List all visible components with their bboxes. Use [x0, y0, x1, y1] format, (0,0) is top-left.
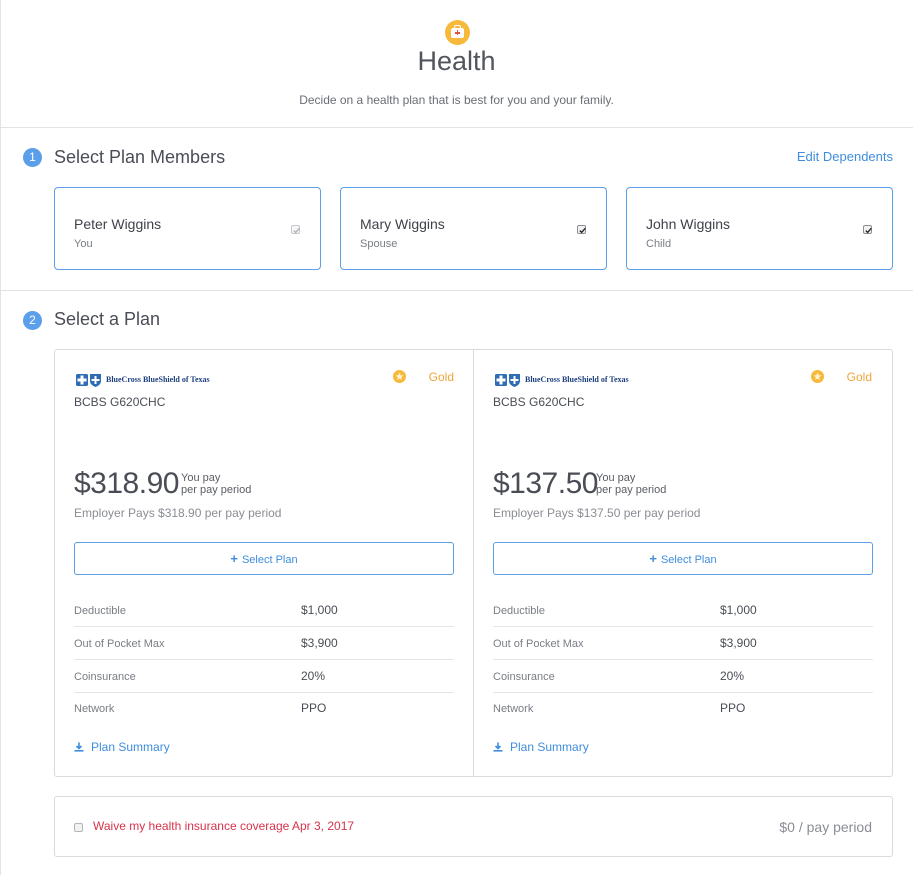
waive-coverage-row: Waive my health insurance coverage Apr 3… — [54, 796, 893, 857]
price-note: You pay per pay period — [596, 472, 666, 496]
member-name: Mary Wiggins — [360, 216, 445, 232]
step-2-badge: 2 — [23, 311, 42, 330]
detail-row: Deductible $1,000 — [74, 594, 454, 627]
detail-row: Out of Pocket Max $3,900 — [493, 627, 873, 660]
medical-kit-icon — [445, 20, 470, 45]
step-1-title: Select Plan Members — [54, 147, 226, 167]
page-subtitle: Decide on a health plan that is best for… — [299, 93, 614, 107]
detail-row: Coinsurance 20% — [74, 660, 454, 693]
detail-label: Coinsurance — [493, 671, 555, 683]
member-checkbox[interactable] — [863, 225, 872, 234]
bcbs-logo: BlueCross BlueShield of Texas — [494, 372, 654, 388]
detail-label: Coinsurance — [74, 671, 136, 683]
detail-row: Deductible $1,000 — [493, 594, 873, 627]
select-plan-label: Select Plan — [660, 554, 717, 566]
detail-row: Coinsurance 20% — [493, 660, 873, 693]
step-2-title: Select a Plan — [54, 309, 161, 329]
detail-row: Network PPO — [74, 692, 454, 725]
detail-value: 20% — [720, 669, 745, 683]
gold-medal-icon — [393, 370, 406, 383]
tier-label: Gold — [846, 370, 872, 384]
plan-summary-link[interactable]: Plan Summary — [74, 740, 170, 754]
plus-icon: + — [230, 551, 238, 566]
detail-label: Out of Pocket Max — [74, 638, 165, 650]
plan-summary-label: Plan Summary — [91, 740, 170, 754]
plan-price: $318.90 — [74, 467, 179, 500]
detail-value: $3,900 — [720, 636, 757, 650]
detail-row: Out of Pocket Max $3,900 — [74, 627, 454, 660]
download-icon — [74, 741, 84, 752]
detail-label: Out of Pocket Max — [493, 638, 584, 650]
section-divider — [0, 290, 913, 291]
bcbs-logo: BlueCross BlueShield of Texas — [75, 372, 235, 388]
select-plan-button[interactable]: + Select Plan — [74, 542, 454, 575]
waive-label[interactable]: Waive my health insurance coverage Apr 3… — [93, 819, 354, 833]
member-checkbox[interactable] — [577, 225, 586, 234]
plan-name: BCBS G620CHC — [493, 395, 585, 409]
edit-dependents-link[interactable]: Edit Dependents — [797, 149, 893, 164]
plan-summary-label: Plan Summary — [510, 740, 589, 754]
plan-summary-link[interactable]: Plan Summary — [493, 740, 589, 754]
download-icon — [493, 741, 503, 752]
detail-label: Network — [493, 703, 534, 715]
carrier-name: BlueCross BlueShield of Texas — [525, 375, 629, 384]
member-relation: Spouse — [360, 238, 398, 250]
plan-price: $137.50 — [493, 467, 598, 500]
gold-medal-icon — [811, 370, 824, 383]
price-note-line-1: You pay — [596, 472, 636, 484]
price-note-line-2: per pay period — [596, 484, 667, 496]
member-card-john[interactable]: John Wiggins Child — [626, 187, 893, 270]
carrier-name: BlueCross BlueShield of Texas — [106, 375, 210, 384]
member-relation: You — [74, 238, 93, 250]
plus-icon: + — [649, 551, 657, 566]
select-plan-label: Select Plan — [241, 554, 298, 566]
detail-value: $3,900 — [301, 636, 338, 650]
plan-list: BlueCross BlueShield of Texas Gold BCBS … — [54, 349, 893, 777]
plan-card: BlueCross BlueShield of Texas Gold BCBS … — [473, 350, 892, 776]
detail-value: $1,000 — [720, 603, 757, 617]
detail-value: PPO — [301, 701, 327, 715]
member-name: Peter Wiggins — [74, 216, 162, 232]
price-note-line-1: You pay — [181, 472, 221, 484]
waive-checkbox[interactable] — [74, 823, 83, 832]
detail-label: Network — [74, 703, 115, 715]
detail-value: 20% — [301, 669, 326, 683]
member-checkbox[interactable] — [291, 225, 300, 234]
plan-card: BlueCross BlueShield of Texas Gold BCBS … — [55, 350, 474, 776]
step-1-badge: 1 — [23, 148, 42, 167]
plan-name: BCBS G620CHC — [74, 395, 166, 409]
page-header: Health Decide on a health plan that is b… — [0, 0, 913, 128]
tier-label: Gold — [428, 370, 454, 384]
select-plan-button[interactable]: + Select Plan — [493, 542, 873, 575]
waive-cost: $0 / pay period — [779, 819, 872, 835]
price-note-line-2: per pay period — [181, 484, 252, 496]
member-card-mary[interactable]: Mary Wiggins Spouse — [340, 187, 607, 270]
detail-row: Network PPO — [493, 692, 873, 725]
detail-value: PPO — [720, 701, 746, 715]
member-name: John Wiggins — [646, 216, 731, 232]
employer-pays: Employer Pays $137.50 per pay period — [493, 506, 701, 520]
page-title: Health — [417, 46, 496, 76]
detail-label: Deductible — [493, 605, 545, 617]
member-relation: Child — [646, 238, 672, 250]
price-note: You pay per pay period — [181, 472, 251, 496]
detail-label: Deductible — [74, 605, 126, 617]
employer-pays: Employer Pays $318.90 per pay period — [74, 506, 282, 520]
member-card-peter[interactable]: Peter Wiggins You — [54, 187, 321, 270]
detail-value: $1,000 — [301, 603, 338, 617]
